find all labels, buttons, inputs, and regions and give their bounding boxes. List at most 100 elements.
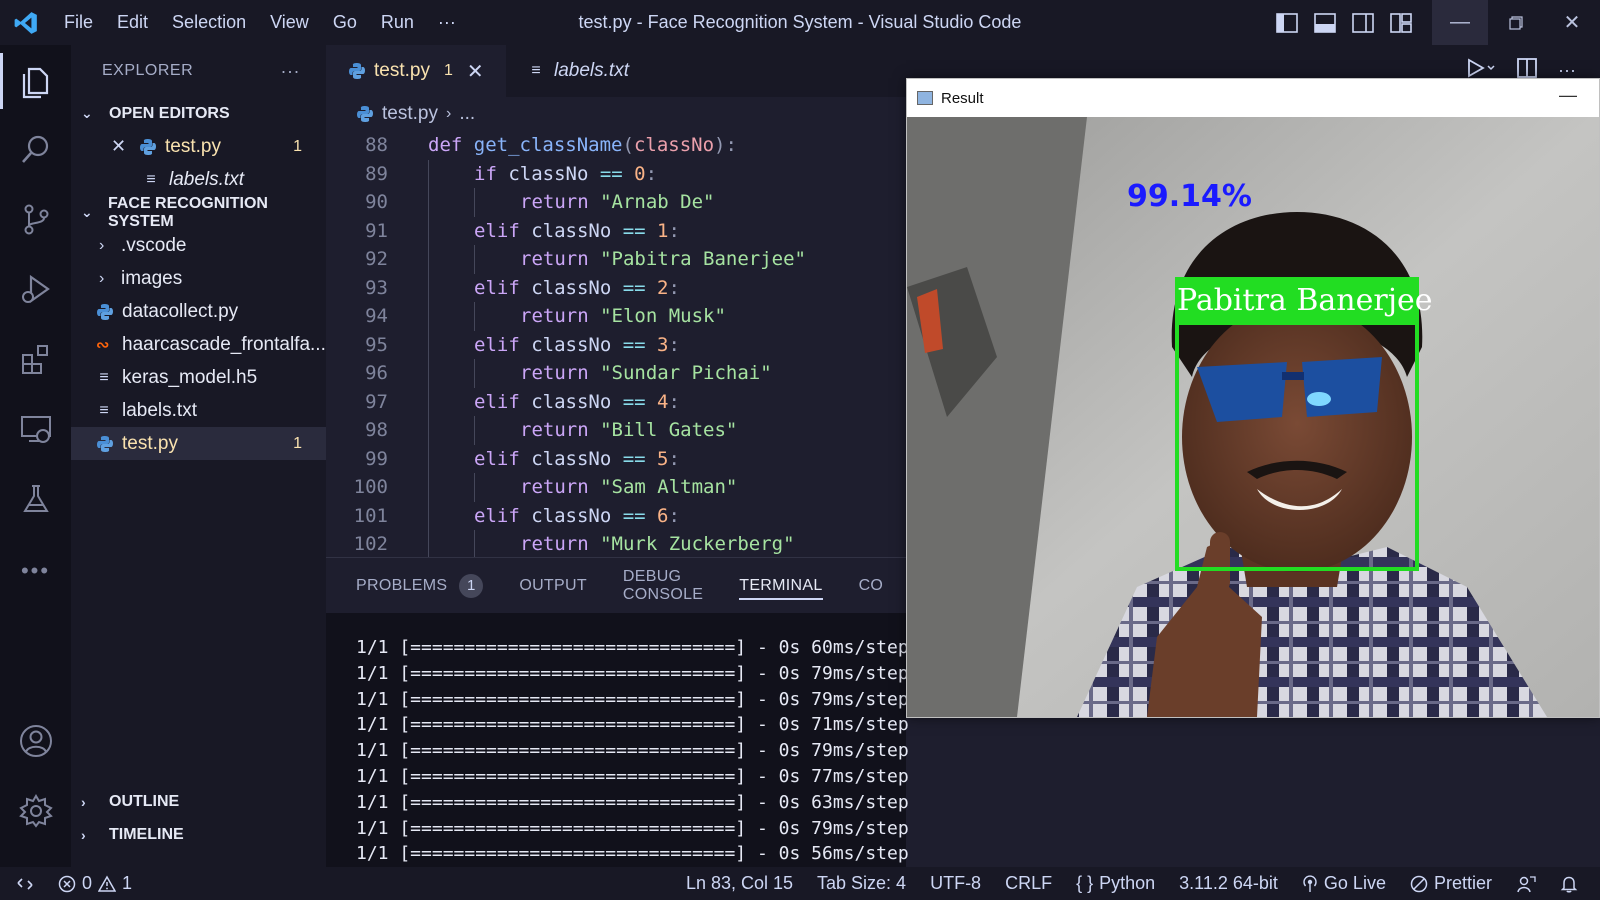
python-interpreter[interactable]: 3.11.2 64-bit <box>1167 873 1290 894</box>
open-editor-labels-txt[interactable]: ≡ labels.txt <box>71 163 326 196</box>
code-line[interactable]: 90 return "Arnab De" <box>326 188 906 217</box>
cursor-position[interactable]: Ln 83, Col 15 <box>674 873 805 894</box>
extensions-icon[interactable] <box>0 331 71 387</box>
result-window[interactable]: Result — 99.14% Pabitra Banerjee <box>906 78 1600 718</box>
tab-comments[interactable]: CO <box>859 558 884 614</box>
tree-item-test-py[interactable]: test.py 1 <box>71 427 326 460</box>
toggle-secondary-sidebar-icon[interactable] <box>1344 0 1382 45</box>
code-line[interactable]: 97 elif classNo == 4: <box>326 387 906 416</box>
bottom-panel: PROBLEMS 1 OUTPUT DEBUG CONSOLE TERMINAL… <box>326 557 909 867</box>
folder-section[interactable]: ⌄ FACE RECOGNITION SYSTEM <box>71 195 326 230</box>
menu-file[interactable]: File <box>52 0 105 45</box>
remote-indicator[interactable] <box>0 875 46 893</box>
result-titlebar[interactable]: Result — <box>907 79 1599 117</box>
minimize-icon[interactable]: — <box>1559 85 1577 106</box>
explorer-icon[interactable] <box>0 53 71 109</box>
tree-item-labels[interactable]: ≡ labels.txt <box>71 394 326 427</box>
open-editor-test-py[interactable]: ✕ test.py 1 <box>71 130 326 163</box>
testing-icon[interactable] <box>0 471 71 527</box>
settings-gear-icon[interactable] <box>0 783 71 839</box>
tab-output[interactable]: OUTPUT <box>519 558 587 614</box>
line-number: 100 <box>353 476 388 499</box>
code-line[interactable]: 101 elif classNo == 6: <box>326 501 906 530</box>
menu-go[interactable]: Go <box>321 0 369 45</box>
tab-terminal[interactable]: TERMINAL <box>739 558 823 614</box>
menu-selection[interactable]: Selection <box>160 0 258 45</box>
menu-run[interactable]: Run <box>369 0 426 45</box>
code-line[interactable]: 92 return "Pabitra Banerjee" <box>326 245 906 274</box>
code-line[interactable]: 93 elif classNo == 2: <box>326 273 906 302</box>
language-mode[interactable]: { } Python <box>1064 873 1167 894</box>
code-token: elif <box>474 333 532 356</box>
minimize-icon[interactable]: — <box>1432 0 1488 45</box>
prettier-status[interactable]: Prettier <box>1398 873 1504 894</box>
tab-debug-console[interactable]: DEBUG CONSOLE <box>623 558 703 614</box>
language-label: Python <box>1099 873 1156 893</box>
close-tab-icon[interactable]: ✕ <box>467 59 484 84</box>
terminal-line: 1/1 [==============================] - 0… <box>356 843 909 865</box>
code-line[interactable]: 99 elif classNo == 5: <box>326 444 906 473</box>
more-views-icon[interactable]: ••• <box>0 543 71 599</box>
code-line[interactable]: 88 def get_className(classNo): <box>326 131 906 160</box>
run-and-debug-icon[interactable] <box>0 261 71 317</box>
end-of-line[interactable]: CRLF <box>993 873 1064 894</box>
code-token: classNo <box>508 162 600 185</box>
code-line[interactable]: 100 return "Sam Altman" <box>326 473 906 502</box>
tree-item-haarcascade[interactable]: ∾ haarcascade_frontalfa... <box>71 328 326 361</box>
code-line[interactable]: 98 return "Bill Gates" <box>326 416 906 445</box>
terminal-output[interactable]: 1/1 [==============================] - 0… <box>326 613 909 867</box>
accounts-icon[interactable] <box>0 713 71 769</box>
close-editor-icon[interactable]: ✕ <box>111 136 139 157</box>
tree-item-keras-model[interactable]: ≡ keras_model.h5 <box>71 361 326 394</box>
indent-guide <box>474 302 475 331</box>
source-control-icon[interactable] <box>0 191 71 247</box>
accounts-status[interactable] <box>1504 875 1548 893</box>
code-line[interactable]: 89 if classNo == 0: <box>326 159 906 188</box>
line-number: 93 <box>365 276 388 299</box>
code-line[interactable]: 95 elif classNo == 3: <box>326 330 906 359</box>
tree-item-datacollect[interactable]: datacollect.py <box>71 295 326 328</box>
menu-view[interactable]: View <box>258 0 321 45</box>
toggle-panel-icon[interactable] <box>1306 0 1344 45</box>
go-live-button[interactable]: Go Live <box>1290 873 1398 894</box>
opencv-window-icon <box>917 91 933 105</box>
customize-layout-icon[interactable] <box>1382 0 1420 45</box>
tab-labels-txt[interactable]: ≡ labels.txt <box>506 45 656 97</box>
explorer-more-icon[interactable]: ··· <box>281 61 300 82</box>
restore-icon[interactable] <box>1488 0 1544 45</box>
broadcast-icon <box>1303 874 1317 892</box>
tab-test-py[interactable]: test.py 1 ✕ <box>326 45 506 97</box>
tab-size[interactable]: Tab Size: 4 <box>805 873 918 894</box>
line-number: 94 <box>365 305 388 328</box>
tree-item-vscode[interactable]: › .vscode <box>71 229 326 262</box>
chevron-right-icon: › <box>445 105 452 122</box>
tab-problem-badge: 1 <box>443 62 453 79</box>
tree-item-images[interactable]: › images <box>71 262 326 295</box>
code-line[interactable]: 91 elif classNo == 1: <box>326 216 906 245</box>
problem-badge: 1 <box>293 434 302 452</box>
code-token: return <box>520 362 601 385</box>
code-editor[interactable]: 88 def get_className(classNo): 89 if classN… <box>326 131 906 557</box>
indent-guide <box>428 416 429 445</box>
code-line[interactable]: 96 return "Sundar Pichai" <box>326 359 906 388</box>
breadcrumb-file[interactable]: test.py <box>382 103 438 125</box>
notifications-bell[interactable] <box>1548 875 1600 893</box>
code-line[interactable]: 94 return "Elon Musk" <box>326 302 906 331</box>
search-icon[interactable] <box>0 121 71 177</box>
close-window-icon[interactable]: ✕ <box>1544 0 1600 45</box>
open-editors-section[interactable]: ⌄ OPEN EDITORS <box>71 97 326 130</box>
timeline-section[interactable]: › TIMELINE <box>71 818 326 851</box>
code-token: elif <box>474 447 532 470</box>
remote-explorer-icon[interactable] <box>0 401 71 457</box>
outline-section[interactable]: › OUTLINE <box>71 785 326 818</box>
code-line[interactable]: 102 return "Murk Zuckerberg" <box>326 530 906 557</box>
code-text: return "Murk Zuckerberg" <box>520 533 795 555</box>
menu-more-icon[interactable]: ··· <box>426 0 468 45</box>
problems-status[interactable]: 0 1 <box>46 873 144 894</box>
breadcrumb-symbol[interactable]: ... <box>459 103 475 125</box>
prettier-label: Prettier <box>1433 873 1492 893</box>
toggle-primary-sidebar-icon[interactable] <box>1268 0 1306 45</box>
tab-problems[interactable]: PROBLEMS 1 <box>356 558 484 614</box>
encoding[interactable]: UTF-8 <box>918 873 993 894</box>
menu-edit[interactable]: Edit <box>105 0 160 45</box>
